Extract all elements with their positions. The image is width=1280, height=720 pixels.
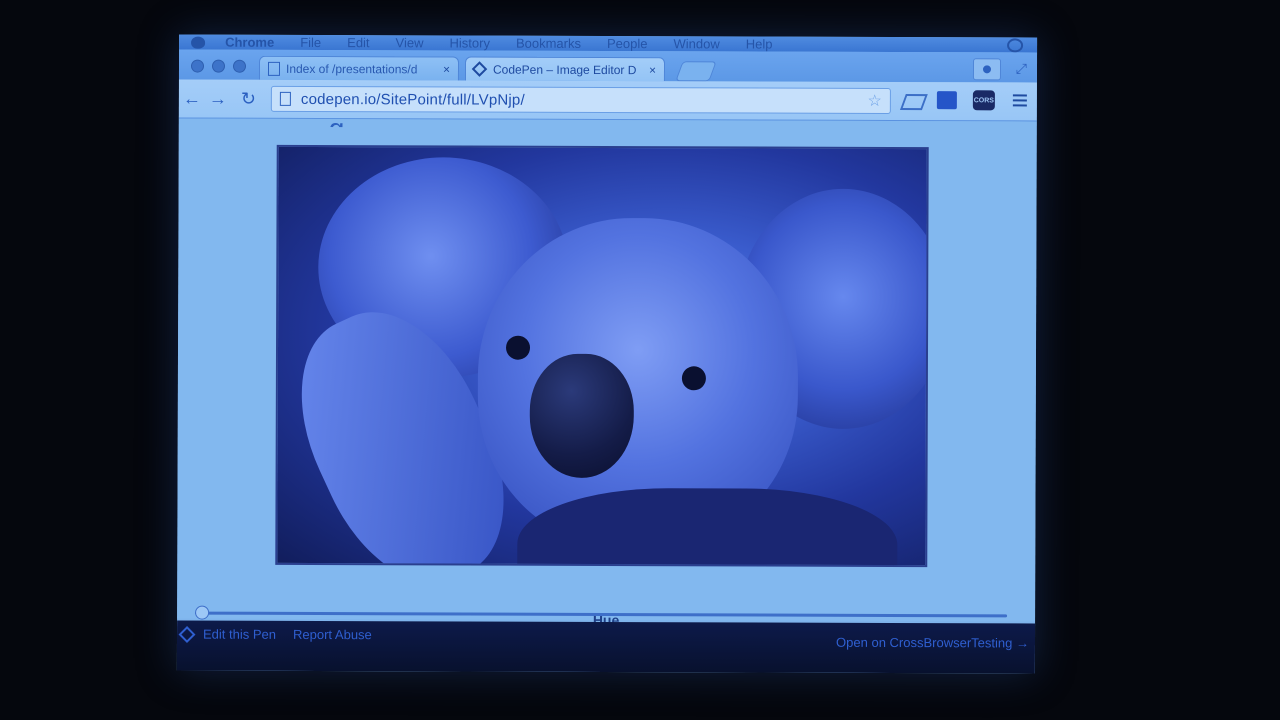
report-abuse-link[interactable]: Report Abuse <box>293 627 372 642</box>
tab-title: CodePen – Image Editor D <box>492 62 637 77</box>
apple-icon[interactable] <box>191 36 206 49</box>
bookmark-star-icon[interactable]: ☆ <box>868 91 882 111</box>
menu-file[interactable]: File <box>300 35 321 50</box>
koala-image <box>275 144 929 568</box>
page-heading-fragment: g <box>329 113 345 127</box>
codepen-logo-icon[interactable] <box>178 626 196 644</box>
open-crossbrowsertesting-link[interactable]: Open on CrossBrowserTesting → <box>836 635 1029 651</box>
menu-people[interactable]: People <box>607 36 648 51</box>
page-icon <box>279 91 291 106</box>
slider-track[interactable] <box>195 611 1008 618</box>
menu-edit[interactable]: Edit <box>347 35 369 50</box>
slider-thumb[interactable] <box>195 605 210 620</box>
cors-extension-icon[interactable]: CORS <box>972 90 995 111</box>
zoom-window-button[interactable] <box>232 59 247 73</box>
tab-strip: Index of /presentations/d × CodePen – Im… <box>178 49 1038 83</box>
menu-help[interactable]: Help <box>746 36 773 51</box>
url-text[interactable]: codepen.io/SitePoint/full/LVpNjp/ <box>301 90 525 108</box>
menu-view[interactable]: View <box>396 35 424 50</box>
close-window-button[interactable] <box>190 59 205 73</box>
tab-index-presentations[interactable]: Index of /presentations/d × <box>258 55 460 81</box>
extension-icon[interactable] <box>899 94 928 111</box>
page-content: g Hue <box>177 113 1037 628</box>
page-icon <box>267 61 281 76</box>
extension-folder-icon[interactable] <box>936 91 957 110</box>
menubar-status-icons <box>1007 37 1024 52</box>
menu-bookmarks[interactable]: Bookmarks <box>516 36 581 51</box>
minimize-window-button[interactable] <box>211 59 226 73</box>
back-button[interactable]: ← <box>183 89 201 110</box>
tab-title: Index of /presentations/d <box>285 61 418 76</box>
person-icon <box>982 65 992 74</box>
window-controls <box>190 59 247 73</box>
codepen-icon <box>471 61 488 77</box>
address-bar[interactable]: codepen.io/SitePoint/full/LVpNjp/ ☆ <box>270 85 891 114</box>
chrome-menu-icon[interactable] <box>1012 94 1027 109</box>
menu-history[interactable]: History <box>449 35 490 50</box>
tab-close-icon[interactable]: × <box>649 63 656 77</box>
edit-pen-link[interactable]: Edit this Pen <box>203 627 276 642</box>
codepen-footer: Edit this Pen Report Abuse Open on Cross… <box>176 620 1036 674</box>
reload-button[interactable]: ↻ <box>241 89 256 110</box>
menu-app-chrome[interactable]: Chrome <box>225 35 274 50</box>
forward-button[interactable]: → <box>209 89 227 110</box>
tab-close-icon[interactable]: × <box>443 62 450 76</box>
profile-button[interactable] <box>972 58 1002 81</box>
tab-codepen-image-editor[interactable]: CodePen – Image Editor D × <box>464 56 666 82</box>
new-tab-button[interactable] <box>675 61 717 82</box>
projected-screen: Chrome File Edit View History Bookmarks … <box>176 34 1038 674</box>
menu-window[interactable]: Window <box>673 36 719 51</box>
fullscreen-icon[interactable]: ⤢ <box>1016 60 1027 77</box>
spotlight-icon[interactable] <box>1007 37 1024 52</box>
browser-toolbar: ← → ↻ codepen.io/SitePoint/full/LVpNjp/ … <box>178 79 1037 122</box>
